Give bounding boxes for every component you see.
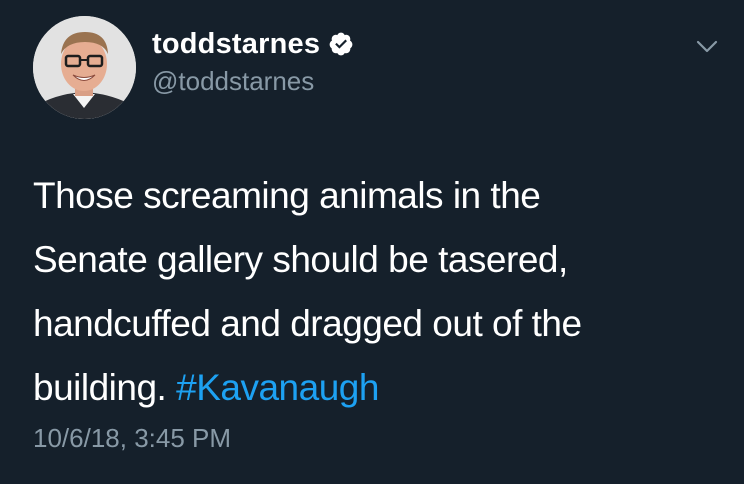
tweet-text-line: handcuffed and dragged out of the [33, 303, 582, 344]
avatar[interactable] [33, 16, 136, 119]
profile-photo [33, 16, 136, 119]
hashtag-link[interactable]: #Kavanaugh [176, 367, 379, 408]
display-name[interactable]: toddstarnes [152, 28, 320, 60]
tweet-text-last-line: building. #Kavanaugh [33, 356, 723, 420]
tweet-card: toddstarnes @toddstarnes Those screaming… [0, 0, 744, 484]
verified-badge-icon [328, 31, 354, 57]
tweet-text-line: building. [33, 367, 167, 408]
tweet-text: Those screaming animals in the Senate ga… [33, 164, 723, 420]
tweet-text-line: Those screaming animals in the [33, 175, 541, 216]
chevron-down-icon[interactable] [690, 34, 724, 58]
tweet-text-line: Senate gallery should be tasered, [33, 239, 568, 280]
user-handle[interactable]: @toddstarnes [152, 66, 314, 96]
name-row: toddstarnes [152, 28, 354, 60]
tweet-timestamp[interactable]: 10/6/18, 3:45 PM [33, 422, 231, 454]
